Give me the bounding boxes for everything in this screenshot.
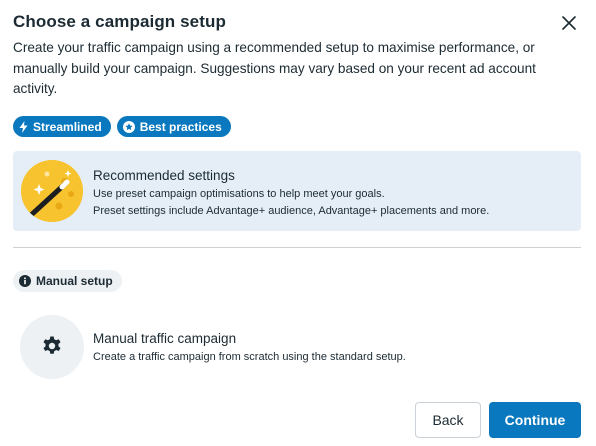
- manual-title: Manual traffic campaign: [93, 331, 237, 346]
- dialog-title: Choose a campaign setup: [13, 12, 226, 31]
- lightning-icon: [19, 120, 28, 133]
- chip-streamlined: Streamlined: [13, 116, 111, 137]
- recommended-description-2: Preset settings include Advantage+ audie…: [93, 205, 490, 217]
- magic-wand-icon: [21, 160, 83, 222]
- continue-button[interactable]: Continue: [489, 402, 581, 438]
- recommended-settings-option[interactable]: Recommended settings Use preset campaign…: [13, 151, 581, 231]
- gear-icon-container: [20, 315, 84, 379]
- manual-traffic-campaign-option[interactable]: Manual traffic campaign Create a traffic…: [20, 313, 580, 379]
- close-icon[interactable]: [562, 16, 576, 30]
- recommended-description-1: Use preset campaign optimisations to hel…: [93, 188, 385, 200]
- feature-chips: Streamlined Best practices: [13, 116, 231, 137]
- gear-icon: [43, 336, 61, 354]
- manual-subtitle: Create a traffic campaign from scratch u…: [93, 351, 406, 363]
- manual-setup-badge: Manual setup: [13, 270, 122, 292]
- chip-label: Streamlined: [33, 119, 102, 134]
- chip-best-practices: Best practices: [116, 116, 231, 137]
- close-button[interactable]: [559, 13, 579, 33]
- campaign-setup-dialog: Choose a campaign setup Create your traf…: [0, 0, 596, 446]
- info-icon: [19, 275, 31, 287]
- manual-setup-label: Manual setup: [36, 274, 113, 288]
- chip-label: Best practices: [139, 119, 222, 134]
- recommended-title: Recommended settings: [93, 168, 235, 183]
- divider: [13, 247, 581, 248]
- back-button[interactable]: Back: [415, 402, 481, 438]
- star-icon: [122, 120, 135, 133]
- dialog-description: Create your traffic campaign using a rec…: [13, 40, 536, 96]
